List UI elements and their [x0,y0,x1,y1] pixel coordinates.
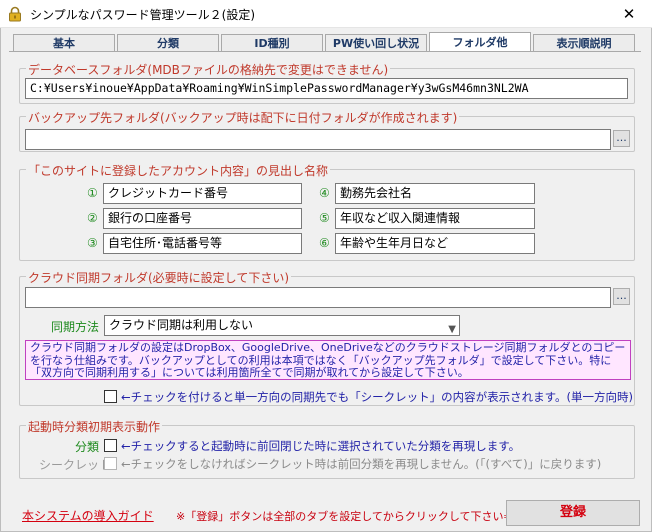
setup-guide-link[interactable]: 本システムの導入ガイド [22,507,154,524]
tab-divider [9,51,641,52]
sync-method-select[interactable]: クラウド同期は利用しない ▼ [104,315,460,336]
secret-restore-label: シークレット [39,458,112,472]
heading-num-3: ③ [87,236,98,250]
cloud-info-box: クラウド同期フォルダの設定はDropBox、GoogleDrive、OneDri… [25,340,631,380]
headings-legend: 「このサイトに登録したアカウント内容」の見出し名称 [26,162,331,179]
register-button[interactable]: 登録 [506,500,640,526]
title-bar[interactable]: シンプルなパスワード管理ツール２(設定) ✕ [0,0,652,28]
register-hint: ※「登録」ボタンは全部のタブを設定してからクリックして下さい⇒ [176,510,513,523]
heading-input-6[interactable]: 年齢や生年月日など [335,233,535,254]
secret-restore-note: ←チェックをしなければシークレット時は前回分類を再現しません。(「(すべて)」に… [121,457,602,471]
heading-num-1: ① [87,186,98,200]
db-folder-path: C:¥Users¥inoue¥AppData¥Roaming¥WinSimple… [25,78,628,99]
oneway-secret-checkbox[interactable] [104,390,117,403]
db-folder-legend: データベースフォルダ(MDBファイルの格納先で変更はできません) [26,61,391,78]
tab-category[interactable]: 分類 [117,34,219,52]
tab-basic[interactable]: 基本 [13,34,115,52]
close-button[interactable]: ✕ [606,0,652,28]
chevron-down-icon: ▼ [448,324,456,335]
cloud-sync-legend: クラウド同期フォルダ(必要時に設定して下さい) [26,269,292,286]
sync-method-label: 同期方法 [51,320,100,334]
secret-restore-checkbox [104,457,117,470]
heading-input-5[interactable]: 年収など収入関連情報 [335,208,535,229]
tab-display-order[interactable]: 表示順説明 [533,34,635,52]
heading-input-2[interactable]: 銀行の口座番号 [103,208,302,229]
heading-input-1[interactable]: クレジットカード番号 [103,183,302,204]
backup-browse-button[interactable]: ... [613,130,630,147]
tab-folder-other[interactable]: フォルダ他 [429,32,531,52]
tab-pw-reuse[interactable]: PW使い回し状況 [325,34,427,52]
cloud-browse-button[interactable]: ... [613,288,630,305]
heading-input-3[interactable]: 自宅住所･電話番号等 [103,233,302,254]
window-title: シンプルなパスワード管理ツール２(設定) [30,8,256,22]
backup-folder-legend: バックアップ先フォルダ(バックアップ時は配下に日付フォルダが作成されます) [26,109,460,126]
heading-num-2: ② [87,211,98,225]
tab-id-type[interactable]: ID種別 [221,34,323,52]
heading-num-6: ⑥ [319,236,330,250]
oneway-secret-note: ←チェックを付けると単一方向の同期先でも「シークレット」の内容が表示されます。(… [121,390,633,404]
heading-input-4[interactable]: 勤務先会社名 [335,183,535,204]
heading-num-4: ④ [319,186,330,200]
heading-num-5: ⑤ [319,211,330,225]
sync-method-value: クラウド同期は利用しない [109,318,254,332]
category-restore-note: ←チェックすると起動時に前回閉じた時に選択されていた分類を再現します。 [121,439,521,453]
backup-folder-input[interactable] [25,129,611,150]
startup-legend: 起動時分類初期表示動作 [26,418,163,435]
close-icon: ✕ [622,5,636,23]
category-restore-label: 分類 [75,440,100,454]
cloud-folder-input[interactable] [25,287,611,308]
category-restore-checkbox[interactable] [104,439,117,452]
tab-strip: 基本 分類 ID種別 PW使い回し状況 フォルダ他 表示順説明 [13,32,637,52]
settings-client-area: 基本 分類 ID種別 PW使い回し状況 フォルダ他 表示順説明 データベースフォ… [0,28,652,532]
lock-icon [9,6,21,22]
